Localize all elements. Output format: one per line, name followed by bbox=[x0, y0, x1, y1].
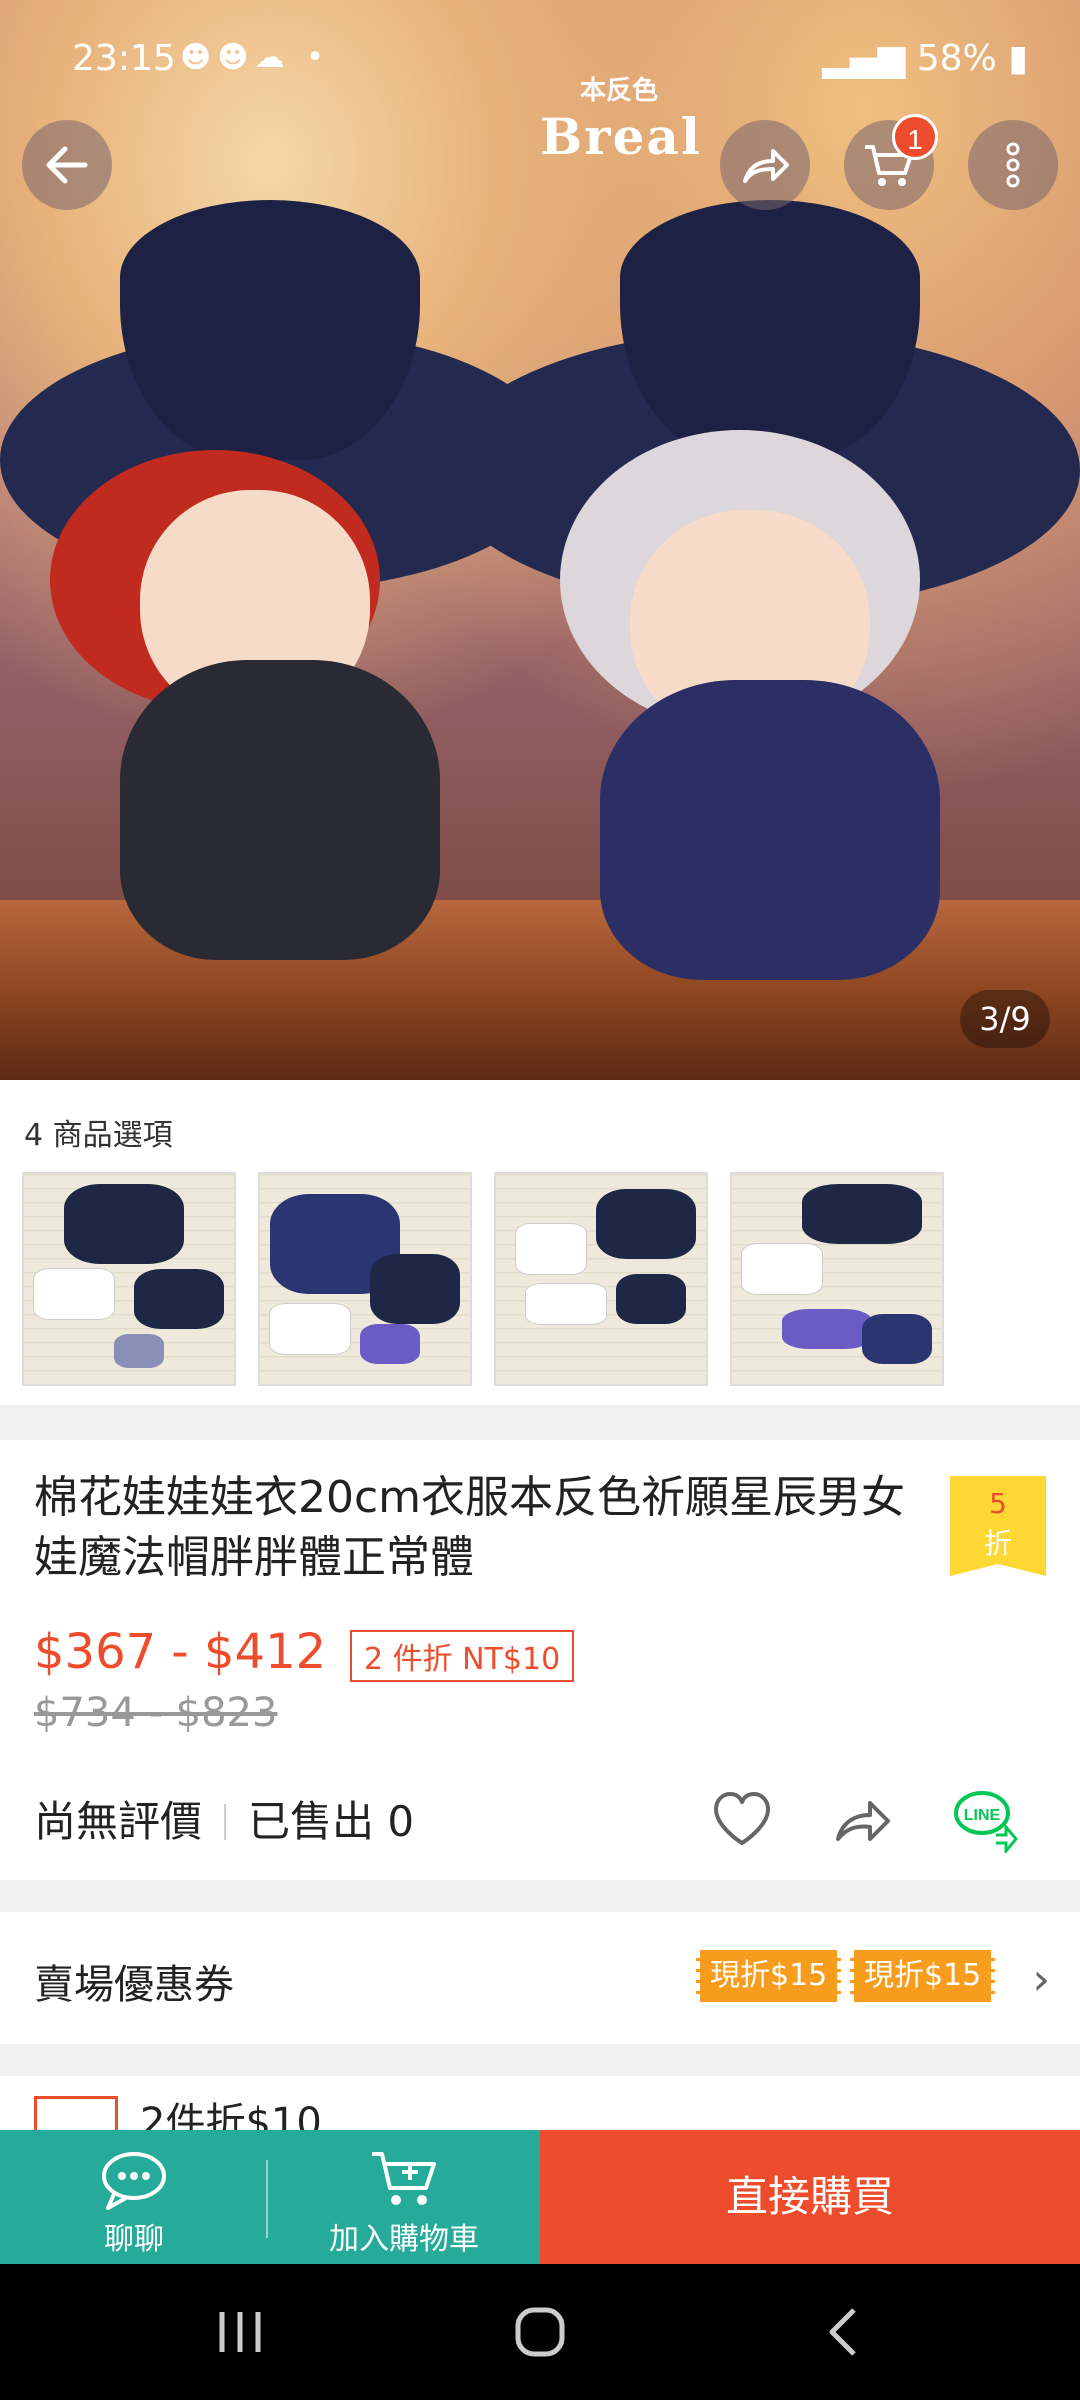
status-right: ▂▄▆ 58% ▮ bbox=[822, 38, 1028, 79]
product-options: 4 商品選項 bbox=[0, 1080, 1080, 1405]
back-nav-icon[interactable] bbox=[820, 2304, 868, 2360]
coupon-badge: 現折$15 bbox=[696, 1950, 842, 2002]
recent-apps-icon[interactable] bbox=[216, 2304, 264, 2360]
chat-icon bbox=[102, 2152, 166, 2210]
battery-icon: ▮ bbox=[1008, 38, 1028, 79]
cart-badge: 1 bbox=[892, 114, 938, 160]
sold-count: 已售出 0 bbox=[248, 1797, 415, 1846]
shop-coupons[interactable]: 賣場優惠券 現折$15 現折$15 › bbox=[0, 1912, 1080, 2044]
product-meta: 尚無評價 已售出 0 bbox=[34, 1788, 414, 1849]
coupons-label: 賣場優惠券 bbox=[34, 1962, 234, 2008]
option-thumbnail-1[interactable] bbox=[22, 1172, 236, 1386]
notification-icons: ☻☻☁ • bbox=[180, 40, 330, 75]
home-icon[interactable] bbox=[512, 2304, 568, 2360]
product-page: 23:15 ☻☻☁ • ▂▄▆ 58% ▮ 本反色 Breal 1 3/9 4 … bbox=[0, 0, 1080, 2400]
status-time: 23:15 bbox=[72, 38, 176, 79]
image-counter: 3/9 bbox=[960, 990, 1050, 1048]
cart-button[interactable]: 1 bbox=[844, 114, 938, 210]
options-label: 4 商品選項 bbox=[24, 1118, 173, 1153]
share-icon bbox=[743, 149, 789, 183]
arrow-left-icon bbox=[46, 146, 88, 184]
shop-logo: 本反色 Breal bbox=[540, 76, 702, 166]
battery-level: 58% bbox=[916, 38, 997, 79]
bundle-promo[interactable]: 2 件折 NT$10 bbox=[350, 1630, 575, 1682]
option-thumbnail-4[interactable] bbox=[730, 1172, 944, 1386]
more-button[interactable] bbox=[968, 120, 1058, 210]
line-share-icon[interactable]: LINE bbox=[952, 1785, 1020, 1853]
chat-button[interactable]: 聊聊 bbox=[0, 2130, 268, 2264]
option-thumbnail-3[interactable] bbox=[494, 1172, 708, 1386]
original-price: $734 - $823 bbox=[34, 1690, 278, 1736]
signal-icon: ▂▄▆ bbox=[822, 38, 917, 79]
product-price: $367 - $412 bbox=[34, 1624, 327, 1680]
option-thumbnail-2[interactable] bbox=[258, 1172, 472, 1386]
doll-right bbox=[440, 200, 1080, 980]
back-button[interactable] bbox=[22, 120, 112, 210]
discount-tag: 5 折 bbox=[950, 1476, 1046, 1576]
bottom-action-bar: 聊聊 加入購物車 直接購買 bbox=[0, 2130, 1080, 2264]
rating-text[interactable]: 尚無評價 bbox=[34, 1797, 202, 1846]
chat-label: 聊聊 bbox=[104, 2222, 164, 2257]
coupon-badge: 現折$15 bbox=[850, 1950, 996, 2002]
svg-text:LINE: LINE bbox=[964, 1807, 1001, 1824]
more-vertical-icon bbox=[1006, 142, 1020, 188]
add-to-cart-button[interactable]: 加入購物車 bbox=[268, 2130, 540, 2264]
share-icon[interactable] bbox=[830, 1785, 898, 1853]
add-to-cart-label: 加入購物車 bbox=[329, 2222, 479, 2257]
chevron-right-icon: › bbox=[1032, 1954, 1050, 2005]
buy-now-button[interactable]: 直接購買 bbox=[540, 2130, 1080, 2264]
system-nav-bar bbox=[0, 2264, 1080, 2400]
product-info: 棉花娃娃娃衣20cm衣服本反色祈願星辰男女娃魔法帽胖胖體正常體 5 折 $367… bbox=[0, 1440, 1080, 1880]
product-title: 棉花娃娃娃衣20cm衣服本反色祈願星辰男女娃魔法帽胖胖體正常體 bbox=[34, 1472, 906, 1583]
heart-icon[interactable] bbox=[708, 1785, 776, 1853]
meta-divider bbox=[224, 1804, 227, 1840]
share-button[interactable] bbox=[720, 120, 810, 210]
bundle-deal-section[interactable]: 2件折$10 bbox=[0, 2076, 1080, 2136]
add-cart-icon bbox=[372, 2152, 436, 2205]
